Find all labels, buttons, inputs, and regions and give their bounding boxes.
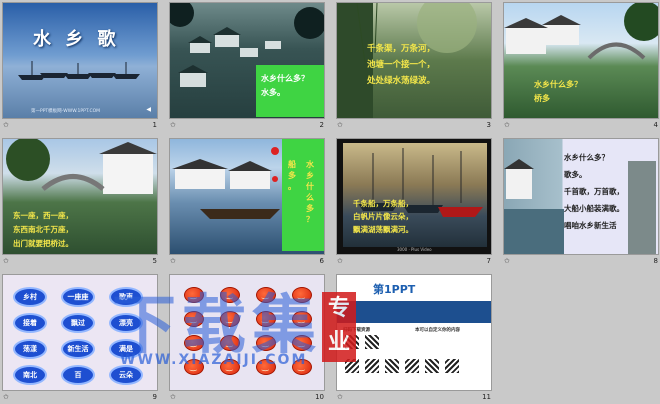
slide-thumbnail-1[interactable]: 水 乡 歌 第一PPT模板网-WWW.1PPT.COM ◀ ✩ 1	[0, 0, 164, 134]
video-frame: 千条船，万条船， 白帆片片像云朵， 飘满湖荡飘满河。	[343, 143, 487, 247]
slide-thumbnail-4[interactable]: 水乡什么多？ 桥多 ✩ 4	[501, 0, 660, 134]
slide-3-line: 处处绿水荡绿波。	[367, 76, 436, 86]
slide-7-line: 飘满湖荡飘满河。	[353, 225, 413, 234]
banner	[337, 301, 491, 323]
word-bubble: 一座座	[61, 287, 95, 307]
slide-1-title: 水 乡 歌	[33, 29, 120, 50]
slide-4-preview: 水乡什么多？ 桥多	[503, 2, 659, 119]
animation-icon: ✩	[170, 393, 176, 401]
slide-3-text: 千条渠，万条河， 池塘一个接一个， 处处绿水荡绿波。	[367, 41, 487, 89]
qr-code	[365, 335, 379, 349]
animation-icon: ✩	[337, 393, 343, 401]
slide-number: 3	[486, 121, 491, 129]
slide-number: 6	[319, 257, 324, 265]
slide-5-line: 东一座，西一座，	[13, 211, 73, 220]
slide-thumbnail-7[interactable]: 千条船，万条船， 白帆片片像云朵， 飘满湖荡飘满河。 3000 · Plus V…	[334, 136, 498, 270]
qr-code	[365, 359, 379, 373]
word-bubble: 接着	[13, 313, 47, 333]
animation-icon: ✩	[504, 257, 510, 265]
word-bubble: 乡村	[13, 287, 47, 307]
slide-6-textbox: 水乡什么多？ 船多。	[282, 139, 324, 251]
slide-8-photo	[628, 161, 656, 254]
animation-icon: ✩	[337, 257, 343, 265]
slide-2-textbox: 水乡什么多？ 水多。	[256, 65, 324, 117]
qr-code	[445, 359, 459, 373]
qr-heading-right: 本可以自定义你的内容	[415, 328, 460, 333]
slide-thumbnail-8[interactable]: 水乡什么多？ 歌多。 千首歌，万首歌， 大船小船装满歌。 唱咱水乡新生活 ✩ 8	[501, 136, 660, 270]
slide-7-preview: 千条船，万条船， 白帆片片像云朵， 飘满湖荡飘满河。 3000 · Plus V…	[336, 138, 492, 255]
slide-number: 1	[152, 121, 157, 129]
slide-3-line: 池塘一个接一个，	[367, 60, 436, 70]
slide-5-line: 出门就要把桥过。	[13, 239, 73, 248]
slide-thumbnail-5[interactable]: 东一座，西一座， 东西南北千万座， 出门就要把桥过。 ✩ 5	[0, 136, 164, 270]
slide-11-preview: 第1PPT 扫码下载资源 本可以自定义你的内容	[336, 274, 492, 391]
slide-number: 8	[653, 257, 658, 265]
slide-6-col-a: 水乡什么多？	[306, 159, 314, 224]
slide-3-preview: 千条渠，万条河， 池塘一个接一个， 处处绿水荡绿波。	[336, 2, 492, 119]
video-caption: 3000 · Plus Video	[397, 247, 432, 252]
slide-number: 5	[152, 257, 157, 265]
boats-image	[18, 61, 148, 83]
word-bubble: 荡漾	[13, 339, 47, 359]
slide-3-line: 千条渠，万条河，	[367, 44, 436, 54]
word-bubble: 云朵	[109, 365, 143, 385]
slide-number: 9	[152, 393, 157, 401]
slide-2-preview: 水乡什么多？ 水多。	[169, 2, 325, 119]
slide-6-col-b: 船多。	[288, 159, 296, 191]
slide-6-preview: 水乡什么多？ 船多。	[169, 138, 325, 255]
animation-icon: ✩	[3, 257, 9, 265]
slide-sorter-grid: 水 乡 歌 第一PPT模板网-WWW.1PPT.COM ◀ ✩ 1 水乡什么多？…	[0, 0, 660, 404]
slide-1-preview: 水 乡 歌 第一PPT模板网-WWW.1PPT.COM ◀	[2, 2, 158, 119]
slide-number: 11	[482, 393, 491, 401]
word-bubble: 南北	[13, 365, 47, 385]
animation-icon: ✩	[170, 121, 176, 129]
slide-thumbnail-3[interactable]: 千条渠，万条河， 池塘一个接一个， 处处绿水荡绿波。 ✩ 3	[334, 0, 498, 134]
qr-code	[405, 359, 419, 373]
slide-2-line: 水多。	[261, 87, 285, 97]
slide-5-text: 东一座，西一座， 东西南北千万座， 出门就要把桥过。	[13, 209, 73, 251]
animation-icon: ✩	[3, 393, 9, 401]
animation-icon: ✩	[3, 121, 9, 129]
slide-4-line: 水乡什么多？	[534, 79, 582, 89]
qr-code	[385, 359, 399, 373]
brand-logo: 第1PPT	[373, 283, 416, 296]
slide-4-text: 水乡什么多？ 桥多	[534, 77, 582, 105]
slide-number: 4	[653, 121, 658, 129]
slide-number: 7	[486, 257, 491, 265]
slide-1-footer: 第一PPT模板网-WWW.1PPT.COM	[31, 109, 101, 114]
slide-thumbnail-6[interactable]: 水乡什么多？ 船多。 ✩ 6	[167, 136, 331, 270]
slide-4-line: 桥多	[534, 93, 550, 103]
word-bubble: 百	[61, 365, 95, 385]
slide-number: 2	[319, 121, 324, 129]
animation-icon: ✩	[170, 257, 176, 265]
slide-thumbnail-11[interactable]: 第1PPT 扫码下载资源 本可以自定义你的内容 ✩ 11	[334, 272, 498, 404]
slide-8-preview: 水乡什么多？ 歌多。 千首歌，万首歌， 大船小船装满歌。 唱咱水乡新生活	[503, 138, 659, 255]
slide-2-line: 水乡什么多？	[261, 73, 309, 83]
watermark-badge: 专业	[322, 292, 356, 362]
slide-5-line: 东西南北千万座，	[13, 225, 73, 234]
slide-7-text: 千条船，万条船， 白帆片片像云朵， 飘满湖荡飘满河。	[353, 197, 413, 236]
speaker-icon: ◀	[146, 106, 151, 113]
qr-code	[425, 359, 439, 373]
word-bubble: 新生活	[61, 339, 95, 359]
slide-7-line: 千条船，万条船，	[353, 199, 413, 208]
animation-icon: ✩	[504, 121, 510, 129]
slide-7-line: 白帆片片像云朵，	[353, 212, 413, 221]
watermark-url: WWW.XIAZAIJI.COM	[120, 352, 308, 368]
animation-icon: ✩	[337, 121, 343, 129]
slide-thumbnail-2[interactable]: 水乡什么多？ 水多。 ✩ 2	[167, 0, 331, 134]
slide-number: 10	[315, 393, 324, 401]
word-bubble: 飘过	[61, 313, 95, 333]
slide-5-preview: 东一座，西一座， 东西南北千万座， 出门就要把桥过。	[2, 138, 158, 255]
